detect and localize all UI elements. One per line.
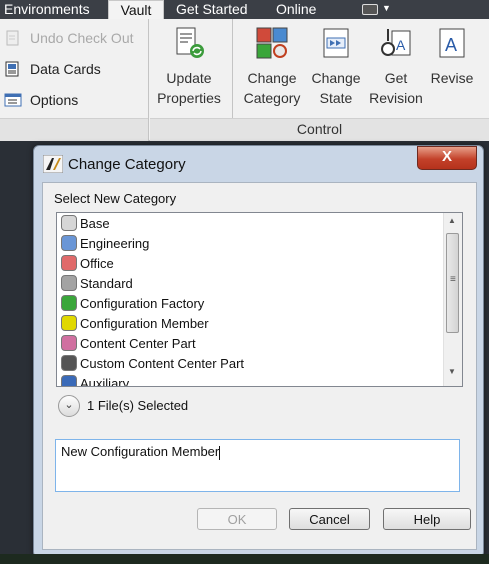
ribbon-tab-bar: Environments Vault Get Started Online ▼ bbox=[0, 0, 489, 20]
change-category-label-1: Change bbox=[247, 70, 297, 86]
change-state-icon bbox=[323, 28, 349, 58]
category-swatch bbox=[61, 355, 77, 371]
get-revision-button[interactable]: A Get Revision bbox=[366, 25, 426, 108]
help-button[interactable]: Help bbox=[383, 508, 471, 530]
control-group-label: Control bbox=[296, 121, 343, 137]
revise-label: Revise bbox=[430, 70, 474, 86]
get-revision-label-1: Get bbox=[384, 70, 408, 86]
category-item-base[interactable]: Base bbox=[61, 213, 110, 233]
background-viewport-strip bbox=[0, 554, 489, 564]
scroll-down-arrow-icon[interactable]: ▼ bbox=[448, 367, 456, 376]
svg-text:A: A bbox=[396, 37, 406, 53]
category-item-standard[interactable]: Standard bbox=[61, 273, 133, 293]
revise-icon: A bbox=[439, 28, 465, 58]
change-category-dialog: Change Category X Select New Category Ba… bbox=[33, 145, 484, 558]
change-category-label-2: Category bbox=[243, 90, 301, 106]
close-button[interactable]: X bbox=[417, 146, 477, 170]
category-swatch bbox=[61, 215, 77, 231]
expand-files-button[interactable]: ⌄ bbox=[58, 395, 80, 417]
data-cards-button[interactable]: Data Cards bbox=[4, 57, 101, 81]
chevron-down-icon: ⌄ bbox=[64, 399, 74, 411]
category-label: Auxiliary bbox=[80, 375, 130, 387]
category-label: Engineering bbox=[80, 235, 150, 251]
control-group-footer: Control bbox=[150, 118, 489, 141]
category-item-custom-content-center-part[interactable]: Custom Content Center Part bbox=[61, 353, 244, 373]
get-revision-icon: A bbox=[381, 29, 411, 56]
options-label: Options bbox=[30, 92, 79, 108]
category-swatch bbox=[61, 295, 77, 311]
change-state-button[interactable]: Change State bbox=[308, 25, 364, 108]
svg-text:A: A bbox=[445, 35, 457, 55]
scroll-thumb[interactable]: ≡ bbox=[446, 233, 459, 333]
scroll-grip-icon: ≡ bbox=[450, 274, 456, 285]
comment-input[interactable]: New Configuration Member bbox=[55, 439, 460, 492]
category-item-configuration-factory[interactable]: Configuration Factory bbox=[61, 293, 204, 313]
category-label: Office bbox=[80, 255, 114, 271]
category-item-auxiliary[interactable]: Auxiliary bbox=[61, 373, 130, 387]
tab-online[interactable]: Online bbox=[276, 0, 316, 19]
category-list-scrollbar[interactable]: ▲ ≡ ▼ bbox=[443, 213, 462, 386]
ribbon-minimize-icon bbox=[362, 4, 378, 15]
chevron-down-icon: ▼ bbox=[382, 3, 391, 13]
category-list[interactable]: Base Engineering Office Standard Configu… bbox=[56, 212, 463, 387]
change-state-label-2: State bbox=[319, 90, 353, 106]
ribbon-group-footer bbox=[0, 118, 148, 141]
category-swatch bbox=[61, 375, 77, 386]
tab-get-started[interactable]: Get Started bbox=[176, 0, 248, 19]
category-item-office[interactable]: Office bbox=[61, 253, 114, 273]
files-selected-label: 1 File(s) Selected bbox=[87, 398, 189, 413]
ribbon-separator bbox=[148, 19, 149, 140]
category-label: Content Center Part bbox=[80, 335, 196, 351]
change-state-label-1: Change bbox=[311, 70, 361, 86]
ok-button[interactable]: OK bbox=[197, 508, 277, 530]
change-category-button[interactable]: Change Category bbox=[240, 25, 304, 108]
tab-environments[interactable]: Environments bbox=[4, 0, 90, 19]
category-swatch bbox=[61, 315, 77, 331]
select-category-label: Select New Category bbox=[54, 191, 177, 206]
tab-vault[interactable]: Vault bbox=[108, 0, 164, 20]
comment-text: New Configuration Member bbox=[61, 444, 220, 459]
options-button[interactable]: Options bbox=[4, 88, 78, 112]
dialog-title: Change Category bbox=[68, 156, 186, 173]
dialog-body: Select New Category Base Engineering Off… bbox=[42, 182, 477, 550]
undo-check-out-button[interactable]: Undo Check Out bbox=[4, 26, 134, 50]
change-category-icon bbox=[256, 27, 288, 59]
ribbon-panel: Undo Check Out Data Cards Options Update… bbox=[0, 19, 489, 141]
update-properties-button[interactable]: Update Properties bbox=[155, 25, 223, 108]
scroll-up-arrow-icon[interactable]: ▲ bbox=[448, 216, 456, 225]
update-properties-label-2: Properties bbox=[157, 90, 221, 106]
vault-app-icon bbox=[43, 155, 63, 173]
data-cards-label: Data Cards bbox=[30, 61, 101, 77]
category-label: Custom Content Center Part bbox=[80, 355, 245, 371]
options-icon bbox=[4, 93, 22, 107]
category-swatch bbox=[61, 235, 77, 251]
category-swatch bbox=[61, 255, 77, 271]
close-icon: X bbox=[441, 148, 452, 165]
category-label: Base bbox=[80, 215, 110, 231]
undo-checkout-icon bbox=[6, 30, 19, 46]
category-item-content-center-part[interactable]: Content Center Part bbox=[61, 333, 196, 353]
revise-button[interactable]: A Revise bbox=[428, 25, 476, 88]
category-label: Configuration Factory bbox=[80, 295, 205, 311]
category-swatch bbox=[61, 275, 77, 291]
category-item-engineering[interactable]: Engineering bbox=[61, 233, 149, 253]
category-label: Standard bbox=[80, 275, 133, 291]
update-properties-icon bbox=[176, 27, 204, 58]
category-label: Configuration Member bbox=[80, 315, 209, 331]
cancel-button[interactable]: Cancel bbox=[289, 508, 370, 530]
category-swatch bbox=[61, 335, 77, 351]
get-revision-label-2: Revision bbox=[369, 90, 423, 106]
category-item-configuration-member[interactable]: Configuration Member bbox=[61, 313, 209, 333]
text-caret bbox=[219, 445, 221, 460]
update-properties-label-1: Update bbox=[166, 70, 212, 86]
data-cards-icon bbox=[5, 61, 19, 77]
ribbon-display-options-button[interactable]: ▼ bbox=[360, 2, 394, 17]
undo-check-out-label: Undo Check Out bbox=[30, 30, 134, 46]
